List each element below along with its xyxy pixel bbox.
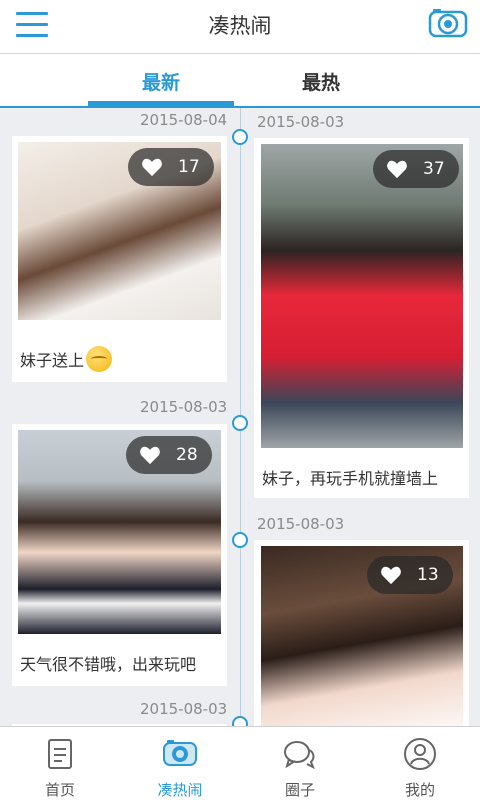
heart-icon <box>387 160 407 179</box>
nav-label: 我的 <box>404 781 435 799</box>
like-button[interactable]: 13 <box>367 556 453 594</box>
post-date: 2015-08-03 <box>140 398 228 416</box>
bottom-nav: 首页 凑热闹 圈子 我的 <box>0 726 480 800</box>
heart-icon <box>381 566 401 585</box>
tab-bar: 最新 最热 <box>0 54 480 108</box>
user-icon <box>404 738 436 770</box>
heart-icon <box>142 158 162 177</box>
post-caption: 妹子，再玩手机就撞墙上 <box>262 469 439 488</box>
nav-label: 首页 <box>44 781 75 799</box>
nav-circle[interactable]: 圈子 <box>240 727 360 800</box>
tab-newest[interactable]: 最新 <box>86 68 236 95</box>
chat-bubbles-icon <box>284 741 315 770</box>
post-caption-text: 妹子送上 <box>20 351 85 370</box>
timeline-dot <box>232 716 248 726</box>
camera-icon[interactable] <box>428 7 468 39</box>
page-title: 凑热闹 <box>208 14 272 38</box>
timeline-dot <box>232 415 248 431</box>
nav-couplay[interactable]: 凑热闹 <box>120 727 240 800</box>
active-tab-indicator <box>88 101 234 106</box>
blush-emoji-icon <box>86 346 113 372</box>
nav-mine[interactable]: 我的 <box>360 727 480 800</box>
like-button[interactable]: 37 <box>373 150 459 188</box>
heart-icon <box>140 446 160 465</box>
timeline-dot <box>232 129 248 145</box>
post-photo[interactable]: 17 <box>18 142 221 320</box>
post-photo[interactable]: 37 <box>261 144 463 448</box>
like-count: 28 <box>176 445 198 465</box>
post-photo[interactable]: 28 <box>18 430 221 634</box>
nav-label: 凑热闹 <box>157 781 203 799</box>
post-card[interactable]: 17 妹子送上 <box>12 136 227 382</box>
like-button[interactable]: 17 <box>128 148 214 186</box>
nav-home[interactable]: 首页 <box>0 727 120 800</box>
like-count: 37 <box>423 159 445 179</box>
post-card[interactable]: 28 天气很不错哦，出来玩吧 <box>12 424 227 686</box>
app-header: 凑热闹 <box>0 0 480 54</box>
post-date: 2015-08-03 <box>257 113 345 131</box>
post-photo[interactable]: 13 <box>261 546 463 726</box>
document-icon <box>48 739 72 769</box>
like-count: 13 <box>417 565 439 585</box>
post-date: 2015-08-04 <box>140 111 228 129</box>
like-count: 17 <box>178 157 200 177</box>
post-caption: 妹子送上 <box>20 346 113 372</box>
like-button[interactable]: 28 <box>126 436 212 474</box>
post-card[interactable]: 13 <box>254 540 469 726</box>
post-date: 2015-08-03 <box>140 700 228 718</box>
nav-label: 圈子 <box>284 781 315 799</box>
timeline-feed[interactable]: 2015-08-04 17 妹子送上 2015-08-03 37 妹子，再玩手机… <box>0 108 480 726</box>
post-card[interactable]: 37 妹子，再玩手机就撞墙上 <box>254 138 469 498</box>
post-caption: 天气很不错哦，出来玩吧 <box>20 655 197 674</box>
camera-icon <box>163 740 197 766</box>
timeline-dot <box>232 532 248 548</box>
tab-hottest[interactable]: 最热 <box>246 68 396 95</box>
post-date: 2015-08-03 <box>257 515 345 533</box>
